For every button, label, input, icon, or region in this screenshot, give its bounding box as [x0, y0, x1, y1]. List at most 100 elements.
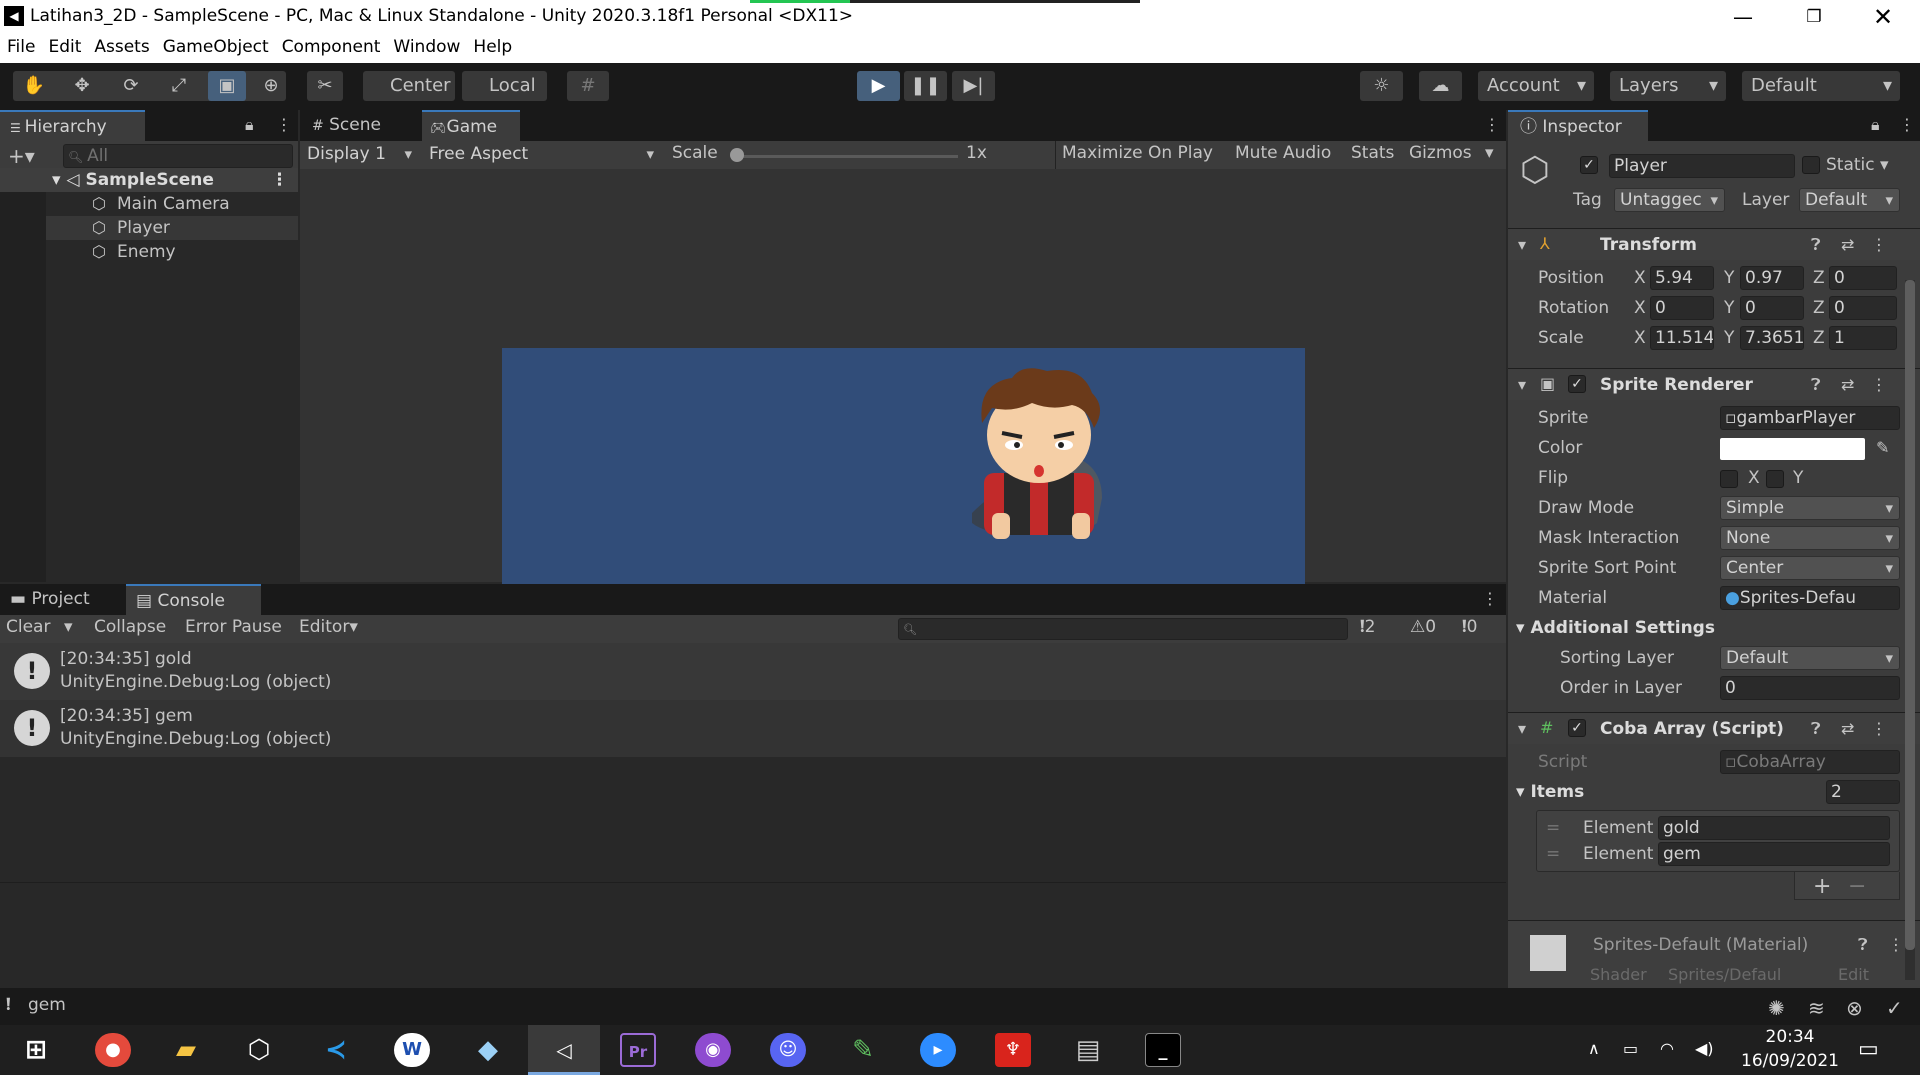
grid-snap-icon[interactable]: #	[567, 71, 609, 101]
material-field[interactable]: ●Sprites-Defau	[1720, 586, 1900, 610]
notifications-icon[interactable]: ▭	[1858, 1037, 1879, 1062]
windows-start-icon[interactable]: ⊞	[18, 1033, 54, 1067]
kebab-menu-icon[interactable]: ⋮	[1871, 235, 1887, 254]
remove-element-button[interactable]: −	[1848, 874, 1866, 899]
display-dropdown[interactable]: Display 1	[302, 143, 418, 167]
layout-dropdown[interactable]: Default ▾	[1742, 71, 1900, 101]
presets-icon[interactable]: ⇄	[1841, 375, 1854, 394]
rotation-y-field[interactable]: 0	[1740, 296, 1804, 320]
premiere-pro-icon[interactable]: Pr	[620, 1033, 656, 1067]
flip-y-checkbox[interactable]	[1766, 470, 1784, 488]
clock-date[interactable]: 16/09/2021	[1735, 1051, 1845, 1071]
hand-tool-icon[interactable]: ✋	[16, 71, 52, 101]
shader-edit-button[interactable]: Edit	[1838, 965, 1869, 984]
unity-editor-taskbar-icon[interactable]: ◁	[528, 1025, 600, 1075]
tab-project[interactable]: ▬ Project	[0, 584, 130, 615]
minimize-button[interactable]: —	[1713, 2, 1773, 32]
hierarchy-item[interactable]: ⬡ Main Camera	[46, 192, 298, 216]
static-dropdown[interactable]: Static ▾	[1826, 155, 1889, 175]
stats-button[interactable]: Stats	[1351, 143, 1394, 163]
help-icon[interactable]: ❓︎	[1858, 935, 1868, 955]
hierarchy-search-input[interactable]: 🔍︎ All	[63, 144, 293, 168]
scene-row[interactable]: ▾ ◁ SampleScene ⋮	[0, 168, 298, 192]
tab-inspector[interactable]: ⓘ Inspector	[1508, 110, 1648, 141]
mute-audio-button[interactable]: Mute Audio	[1235, 143, 1331, 163]
console-entry[interactable]: ! [20:34:35] gold UnityEngine.Debug:Log …	[0, 643, 1506, 700]
help-icon[interactable]: ❓︎	[1811, 719, 1821, 739]
sprite-renderer-header[interactable]: ▾ ▣ ✓ Sprite Renderer ❓︎ ⇄ ⋮	[1508, 368, 1920, 400]
order-in-layer-field[interactable]: 0	[1720, 676, 1900, 700]
move-tool-icon[interactable]: ✥	[64, 71, 100, 101]
mask-interaction-dropdown[interactable]: None	[1720, 526, 1900, 550]
clear-button[interactable]: Clear	[6, 617, 50, 637]
sprite-renderer-enabled-checkbox[interactable]: ✓	[1568, 375, 1586, 393]
tab-game[interactable]: 🎮︎Game	[422, 110, 520, 141]
error-count-toggle[interactable]: ❗︎0	[1462, 617, 1477, 637]
custom-tool-icon[interactable]: ✂	[307, 71, 343, 101]
zoom-icon[interactable]: ▸	[920, 1033, 956, 1067]
kebab-menu-icon[interactable]: ⋮	[1888, 935, 1904, 954]
shader-value[interactable]: Sprites/Defaul	[1668, 965, 1781, 984]
menu-component[interactable]: Component	[275, 35, 387, 57]
object-name-field[interactable]: Player	[1609, 154, 1795, 178]
script-enabled-checkbox[interactable]: ✓	[1568, 719, 1586, 737]
acrobat-icon[interactable]: ♆	[995, 1033, 1031, 1067]
cloud-icon[interactable]: ☁	[1419, 71, 1462, 101]
rotate-tool-icon[interactable]: ⟳	[113, 71, 149, 101]
hierarchy-item[interactable]: ⬡ Enemy	[46, 240, 298, 264]
kebab-menu-icon[interactable]: ⋮	[1482, 589, 1498, 608]
add-element-button[interactable]: +	[1813, 874, 1831, 899]
transform-header[interactable]: ▾ ⅄ Transform ❓︎ ⇄ ⋮	[1508, 228, 1920, 260]
collapse-button[interactable]: Collapse	[94, 617, 166, 637]
scale-slider[interactable]	[736, 155, 958, 158]
pause-button[interactable]: ❚❚	[904, 71, 947, 101]
github-desktop-icon[interactable]: ◉	[695, 1033, 731, 1067]
position-z-field[interactable]: 0	[1829, 266, 1897, 290]
tab-console[interactable]: ▤ Console	[126, 584, 261, 615]
help-icon[interactable]: ❓︎	[1811, 235, 1821, 255]
help-icon[interactable]: ❓︎	[1811, 375, 1821, 395]
game-canvas[interactable]	[502, 348, 1305, 623]
lock-icon[interactable]: 🔒︎	[245, 115, 254, 135]
sprite-sort-point-dropdown[interactable]: Center	[1720, 556, 1900, 580]
log-count-toggle[interactable]: ❗︎2	[1360, 617, 1375, 637]
tag-dropdown[interactable]: Untaggec	[1614, 188, 1725, 212]
console-search-input[interactable]: 🔍︎	[898, 618, 1348, 640]
account-dropdown[interactable]: Account ▾	[1478, 71, 1594, 101]
rotation-z-field[interactable]: 0	[1829, 296, 1897, 320]
terminal-icon[interactable]: _	[1145, 1033, 1181, 1067]
drag-handle-icon[interactable]: =	[1546, 818, 1560, 838]
check-icon[interactable]: ✓	[1886, 996, 1903, 1020]
scene-menu-icon[interactable]: ⋮	[271, 168, 288, 192]
kebab-menu-icon[interactable]: ⋮	[1899, 115, 1915, 134]
scale-x-field[interactable]: 11.514	[1650, 326, 1714, 350]
gizmos-dropdown-icon[interactable]: ▾	[1485, 143, 1494, 163]
warning-count-toggle[interactable]: ⚠︎0	[1410, 617, 1436, 637]
element-field[interactable]: gem	[1658, 842, 1890, 866]
maximize-on-play-button[interactable]: Maximize On Play	[1062, 143, 1213, 163]
sprite-field[interactable]: ▫gambarPlayer	[1720, 406, 1900, 430]
volume-icon[interactable]: ◀)	[1695, 1039, 1714, 1058]
wifi-icon[interactable]: ◠	[1660, 1039, 1674, 1058]
collab-icon[interactable]: ☼	[1360, 71, 1403, 101]
menu-assets[interactable]: Assets	[87, 35, 155, 57]
unity-hub-icon[interactable]: ⬡	[241, 1033, 277, 1067]
clock-time[interactable]: 20:34	[1760, 1027, 1820, 1047]
maximize-button[interactable]: ❐	[1784, 2, 1844, 32]
layers-dropdown[interactable]: Layers ▾	[1610, 71, 1726, 101]
gimp-icon[interactable]: ✎	[845, 1033, 881, 1067]
scale-slider-thumb[interactable]	[730, 148, 744, 162]
pivot-local-button[interactable]: Local	[462, 71, 547, 101]
pivot-center-button[interactable]: Center	[363, 71, 455, 101]
play-button[interactable]: ▶	[857, 71, 900, 101]
items-size-field[interactable]: 2	[1826, 780, 1900, 804]
sorting-layer-dropdown[interactable]: Default	[1720, 646, 1900, 670]
editor-dropdown[interactable]: Editor▾	[299, 617, 358, 637]
rect-tool-icon[interactable]: ▣	[208, 71, 246, 101]
battery-icon[interactable]: ▭	[1623, 1039, 1638, 1058]
gizmos-button[interactable]: Gizmos	[1409, 143, 1472, 163]
lock-icon[interactable]: 🔒︎	[1871, 115, 1880, 135]
file-explorer-icon[interactable]: ▰	[168, 1033, 204, 1067]
kebab-menu-icon[interactable]: ⋮	[1871, 719, 1887, 738]
menu-help[interactable]: Help	[466, 35, 518, 57]
